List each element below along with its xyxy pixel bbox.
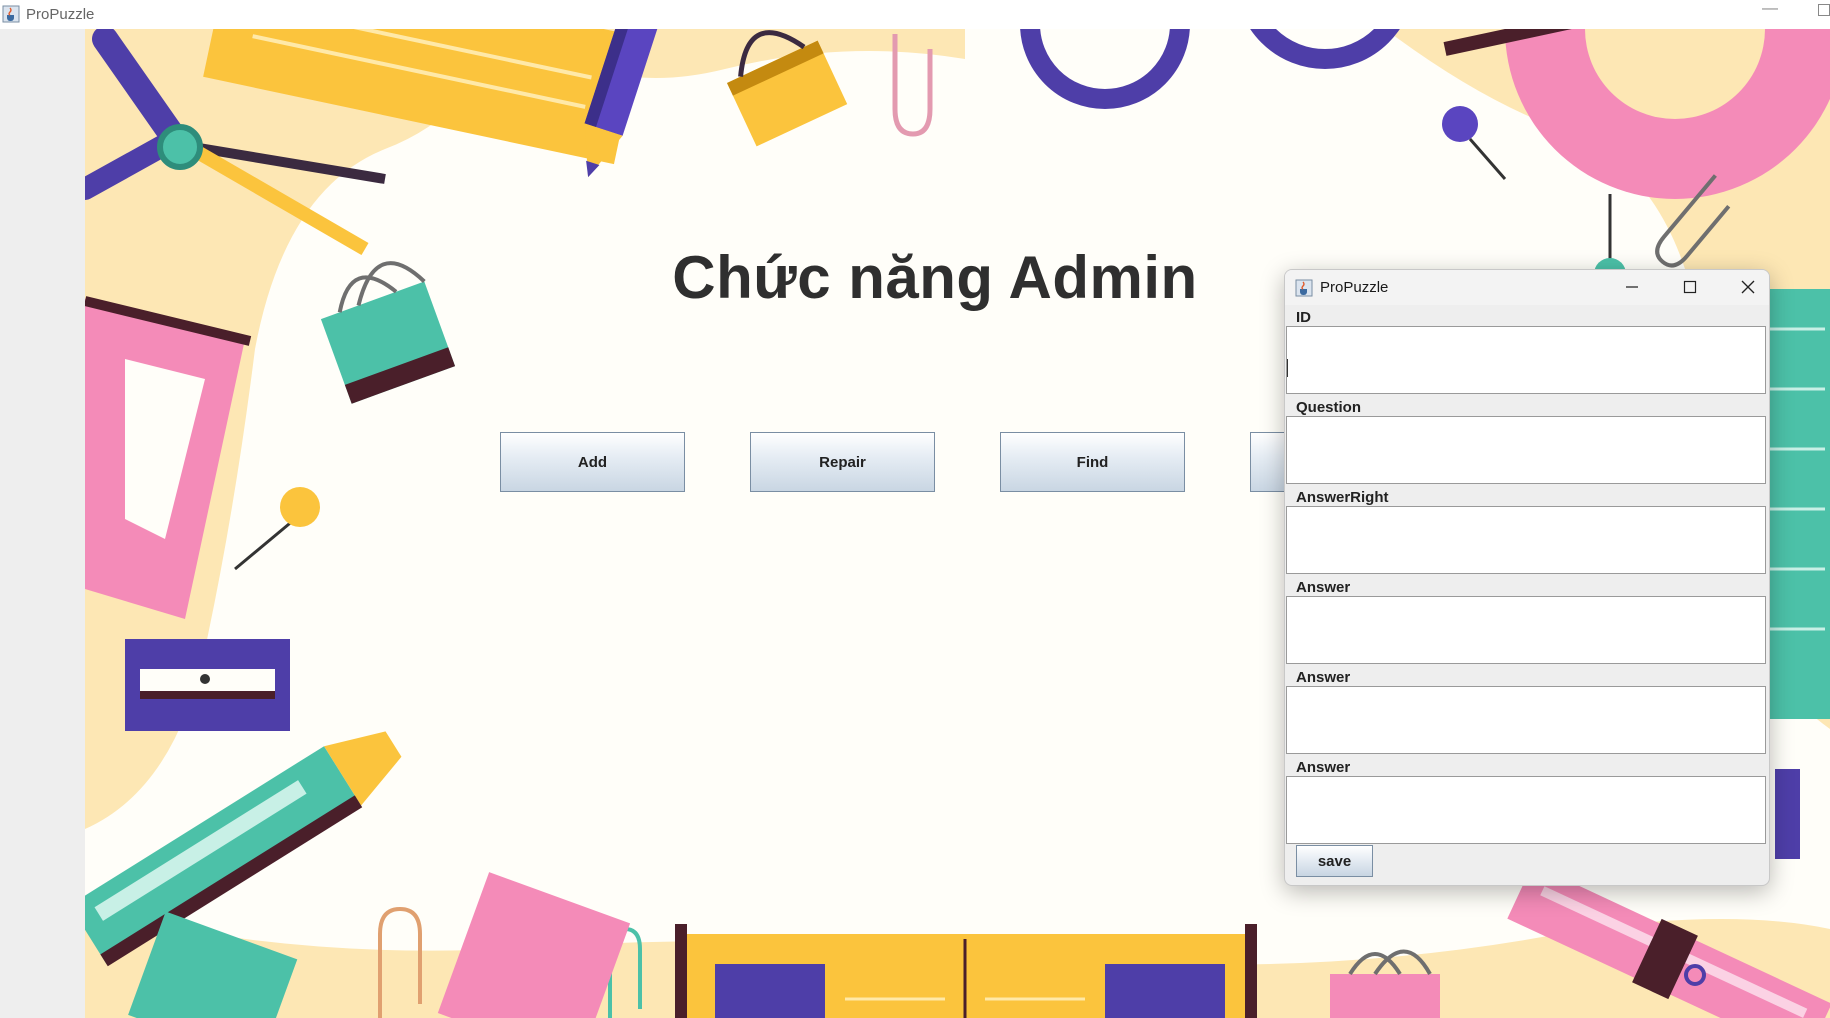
close-icon — [1741, 280, 1755, 294]
main-window-title: ProPuzzle — [26, 6, 95, 23]
close-button[interactable] — [1733, 274, 1763, 300]
repair-button[interactable]: Repair — [750, 432, 935, 492]
id-input[interactable] — [1286, 326, 1766, 394]
java-cup-icon — [2, 5, 20, 23]
save-button[interactable]: save — [1296, 845, 1373, 877]
text-caret — [1287, 359, 1288, 377]
dialog-title-bar: ProPuzzle — [1285, 270, 1769, 305]
main-maximize-button[interactable] — [1818, 4, 1830, 16]
question-dialog: ProPuzzle ID Question AnswerRight Answer… — [1284, 269, 1770, 886]
id-label: ID — [1296, 309, 1311, 326]
main-minimize-button[interactable]: — — [1762, 0, 1778, 18]
answer-1-label: Answer — [1296, 579, 1351, 596]
answer-2-input[interactable] — [1286, 686, 1766, 754]
answer-2-label: Answer — [1296, 669, 1351, 686]
minimize-icon — [1626, 286, 1638, 288]
add-button[interactable]: Add — [500, 432, 685, 492]
left-panel — [0, 29, 85, 1018]
question-label: Question — [1296, 399, 1362, 416]
minimize-button[interactable] — [1617, 274, 1647, 300]
answer-right-label: AnswerRight — [1296, 489, 1389, 506]
answer-3-input[interactable] — [1286, 776, 1766, 844]
question-input[interactable] — [1286, 416, 1766, 484]
answer-3-label: Answer — [1296, 759, 1351, 776]
answer-right-input[interactable] — [1286, 506, 1766, 574]
main-title-bar: ProPuzzle — — [0, 0, 1830, 29]
java-cup-icon — [1295, 279, 1313, 297]
answer-1-input[interactable] — [1286, 596, 1766, 664]
dialog-title: ProPuzzle — [1320, 279, 1389, 296]
maximize-icon — [1683, 280, 1697, 294]
find-button[interactable]: Find — [1000, 432, 1185, 492]
maximize-button[interactable] — [1675, 274, 1705, 300]
